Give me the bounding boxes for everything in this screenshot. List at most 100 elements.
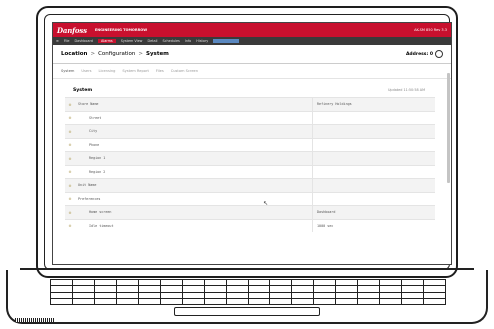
mouse-cursor-icon: ↖: [263, 200, 269, 207]
keyboard-key: [160, 280, 182, 286]
menu-alarms[interactable]: Alarms: [97, 39, 116, 43]
settings-table: ⚙ Store Name Refinery Holdings ⚙ Street ⚙ City…: [65, 97, 435, 232]
section-header: System Updated 11:50:58 AM: [53, 83, 451, 97]
gear-icon[interactable]: ⚙: [65, 205, 75, 219]
gear-icon[interactable]: ⚙: [65, 164, 75, 179]
table-row[interactable]: ⚙ City: [65, 124, 435, 138]
tab-system[interactable]: System: [61, 69, 74, 73]
search-field[interactable]: [213, 39, 240, 43]
menu-dashboard[interactable]: Dashboard: [75, 39, 93, 43]
gear-icon[interactable]: ⚙: [65, 137, 75, 152]
keyboard-key: [248, 286, 270, 292]
keyboard-key: [72, 298, 94, 304]
keyboard-key: [380, 298, 402, 304]
menu-schedules[interactable]: Schedules: [162, 39, 179, 43]
menu-info[interactable]: Info: [185, 39, 191, 43]
breadcrumb-location[interactable]: Location: [61, 51, 87, 57]
keyboard-key: [336, 280, 358, 286]
keyboard-key: [292, 292, 314, 298]
keyboard-key: [51, 280, 72, 286]
row-value[interactable]: [312, 110, 435, 125]
keyboard-key: [314, 292, 336, 298]
keyboard-key: [314, 280, 336, 286]
keyboard-key: [94, 292, 116, 298]
row-label: City: [75, 124, 313, 138]
keyboard-key: [314, 298, 336, 304]
address-indicator[interactable]: Address: 0: [406, 50, 443, 58]
keyboard-key: [94, 298, 116, 304]
table-row[interactable]: ⚙ Preferences: [65, 191, 435, 206]
breadcrumb-separator: >: [90, 51, 96, 57]
row-value[interactable]: Refinery Holdings: [312, 97, 435, 111]
tab-licensing[interactable]: Licensing: [98, 69, 115, 73]
row-label: Region 2: [75, 164, 313, 179]
keyboard-key: [204, 298, 226, 304]
gear-icon[interactable]: ⚙: [65, 178, 75, 192]
keyboard-key: [226, 292, 248, 298]
table-row[interactable]: ⚙ Idle timeout 1000 sec: [65, 218, 435, 232]
gear-icon[interactable]: ⚙: [65, 124, 75, 138]
tab-custom-screen[interactable]: Custom Screen: [171, 69, 198, 73]
row-value[interactable]: [312, 137, 435, 152]
row-value[interactable]: [312, 124, 435, 138]
keyboard-key: [248, 292, 270, 298]
table-row[interactable]: ⚙ Home screen Dashboard: [65, 205, 435, 219]
address-label: Address: 0: [405, 51, 433, 57]
row-value[interactable]: 1000 sec: [312, 218, 435, 232]
table-row[interactable]: ⚙ Store Name Refinery Holdings: [65, 97, 435, 111]
keyboard-key: [424, 298, 445, 304]
trackpad: [174, 307, 320, 316]
keyboard-key: [72, 292, 94, 298]
keyboard-key: [226, 286, 248, 292]
keyboard-key: [270, 292, 292, 298]
danfoss-logo: Danfoss: [57, 25, 87, 35]
keyboard-key: [424, 292, 445, 298]
keyboard-key: [160, 286, 182, 292]
menu-file[interactable]: File: [64, 39, 70, 43]
row-value[interactable]: [312, 164, 435, 179]
keyboard-key: [402, 298, 424, 304]
keyboard-key: [204, 286, 226, 292]
tab-system-report[interactable]: System Report: [122, 69, 148, 73]
breadcrumb-configuration[interactable]: Configuration: [98, 51, 135, 57]
scrollbar[interactable]: [447, 73, 450, 183]
keyboard-key: [380, 292, 402, 298]
gear-icon[interactable]: [435, 50, 443, 58]
menu-bar: ≡ File Dashboard Alarms System View Deta…: [53, 37, 451, 45]
table-row[interactable]: ⚙ Region 1: [65, 151, 435, 165]
keyboard-key: [270, 280, 292, 286]
keyboard-key: [402, 286, 424, 292]
gear-icon[interactable]: ⚙: [65, 191, 75, 206]
gear-icon[interactable]: ⚙: [65, 110, 75, 125]
menu-detail[interactable]: Detail: [147, 39, 157, 43]
keyboard-key: [336, 286, 358, 292]
menu-icon[interactable]: ≡: [56, 39, 59, 43]
gear-icon[interactable]: ⚙: [65, 97, 75, 111]
row-value[interactable]: Dashboard: [312, 205, 435, 219]
menu-system-view[interactable]: System View: [121, 39, 143, 43]
keyboard-key: [204, 292, 226, 298]
table-row[interactable]: ⚙ Phone: [65, 137, 435, 152]
keyboard-key: [358, 298, 380, 304]
table-row[interactable]: ⚙ Region 2: [65, 164, 435, 179]
screen: Danfoss ENGINEERING TOMORROW AK-SM 850 R…: [52, 22, 452, 265]
menu-history[interactable]: History: [196, 39, 208, 43]
table-row[interactable]: ⚙ Street: [65, 110, 435, 125]
keyboard-key: [51, 286, 72, 292]
table-row[interactable]: ⚙ Unit Name: [65, 178, 435, 192]
keyboard-key: [380, 280, 402, 286]
row-value[interactable]: [312, 191, 435, 206]
row-label: Idle timeout: [75, 218, 313, 232]
keyboard-key: [182, 298, 204, 304]
tab-users[interactable]: Users: [81, 69, 91, 73]
keyboard-key: [138, 292, 160, 298]
keyboard-key: [358, 280, 380, 286]
gear-icon[interactable]: ⚙: [65, 218, 75, 232]
keyboard-key: [336, 298, 358, 304]
row-value[interactable]: [312, 178, 435, 192]
row-label: Phone: [75, 137, 313, 152]
tab-files[interactable]: Files: [156, 69, 164, 73]
breadcrumb-system[interactable]: System: [146, 51, 169, 57]
row-value[interactable]: [312, 151, 435, 165]
gear-icon[interactable]: ⚙: [65, 151, 75, 165]
